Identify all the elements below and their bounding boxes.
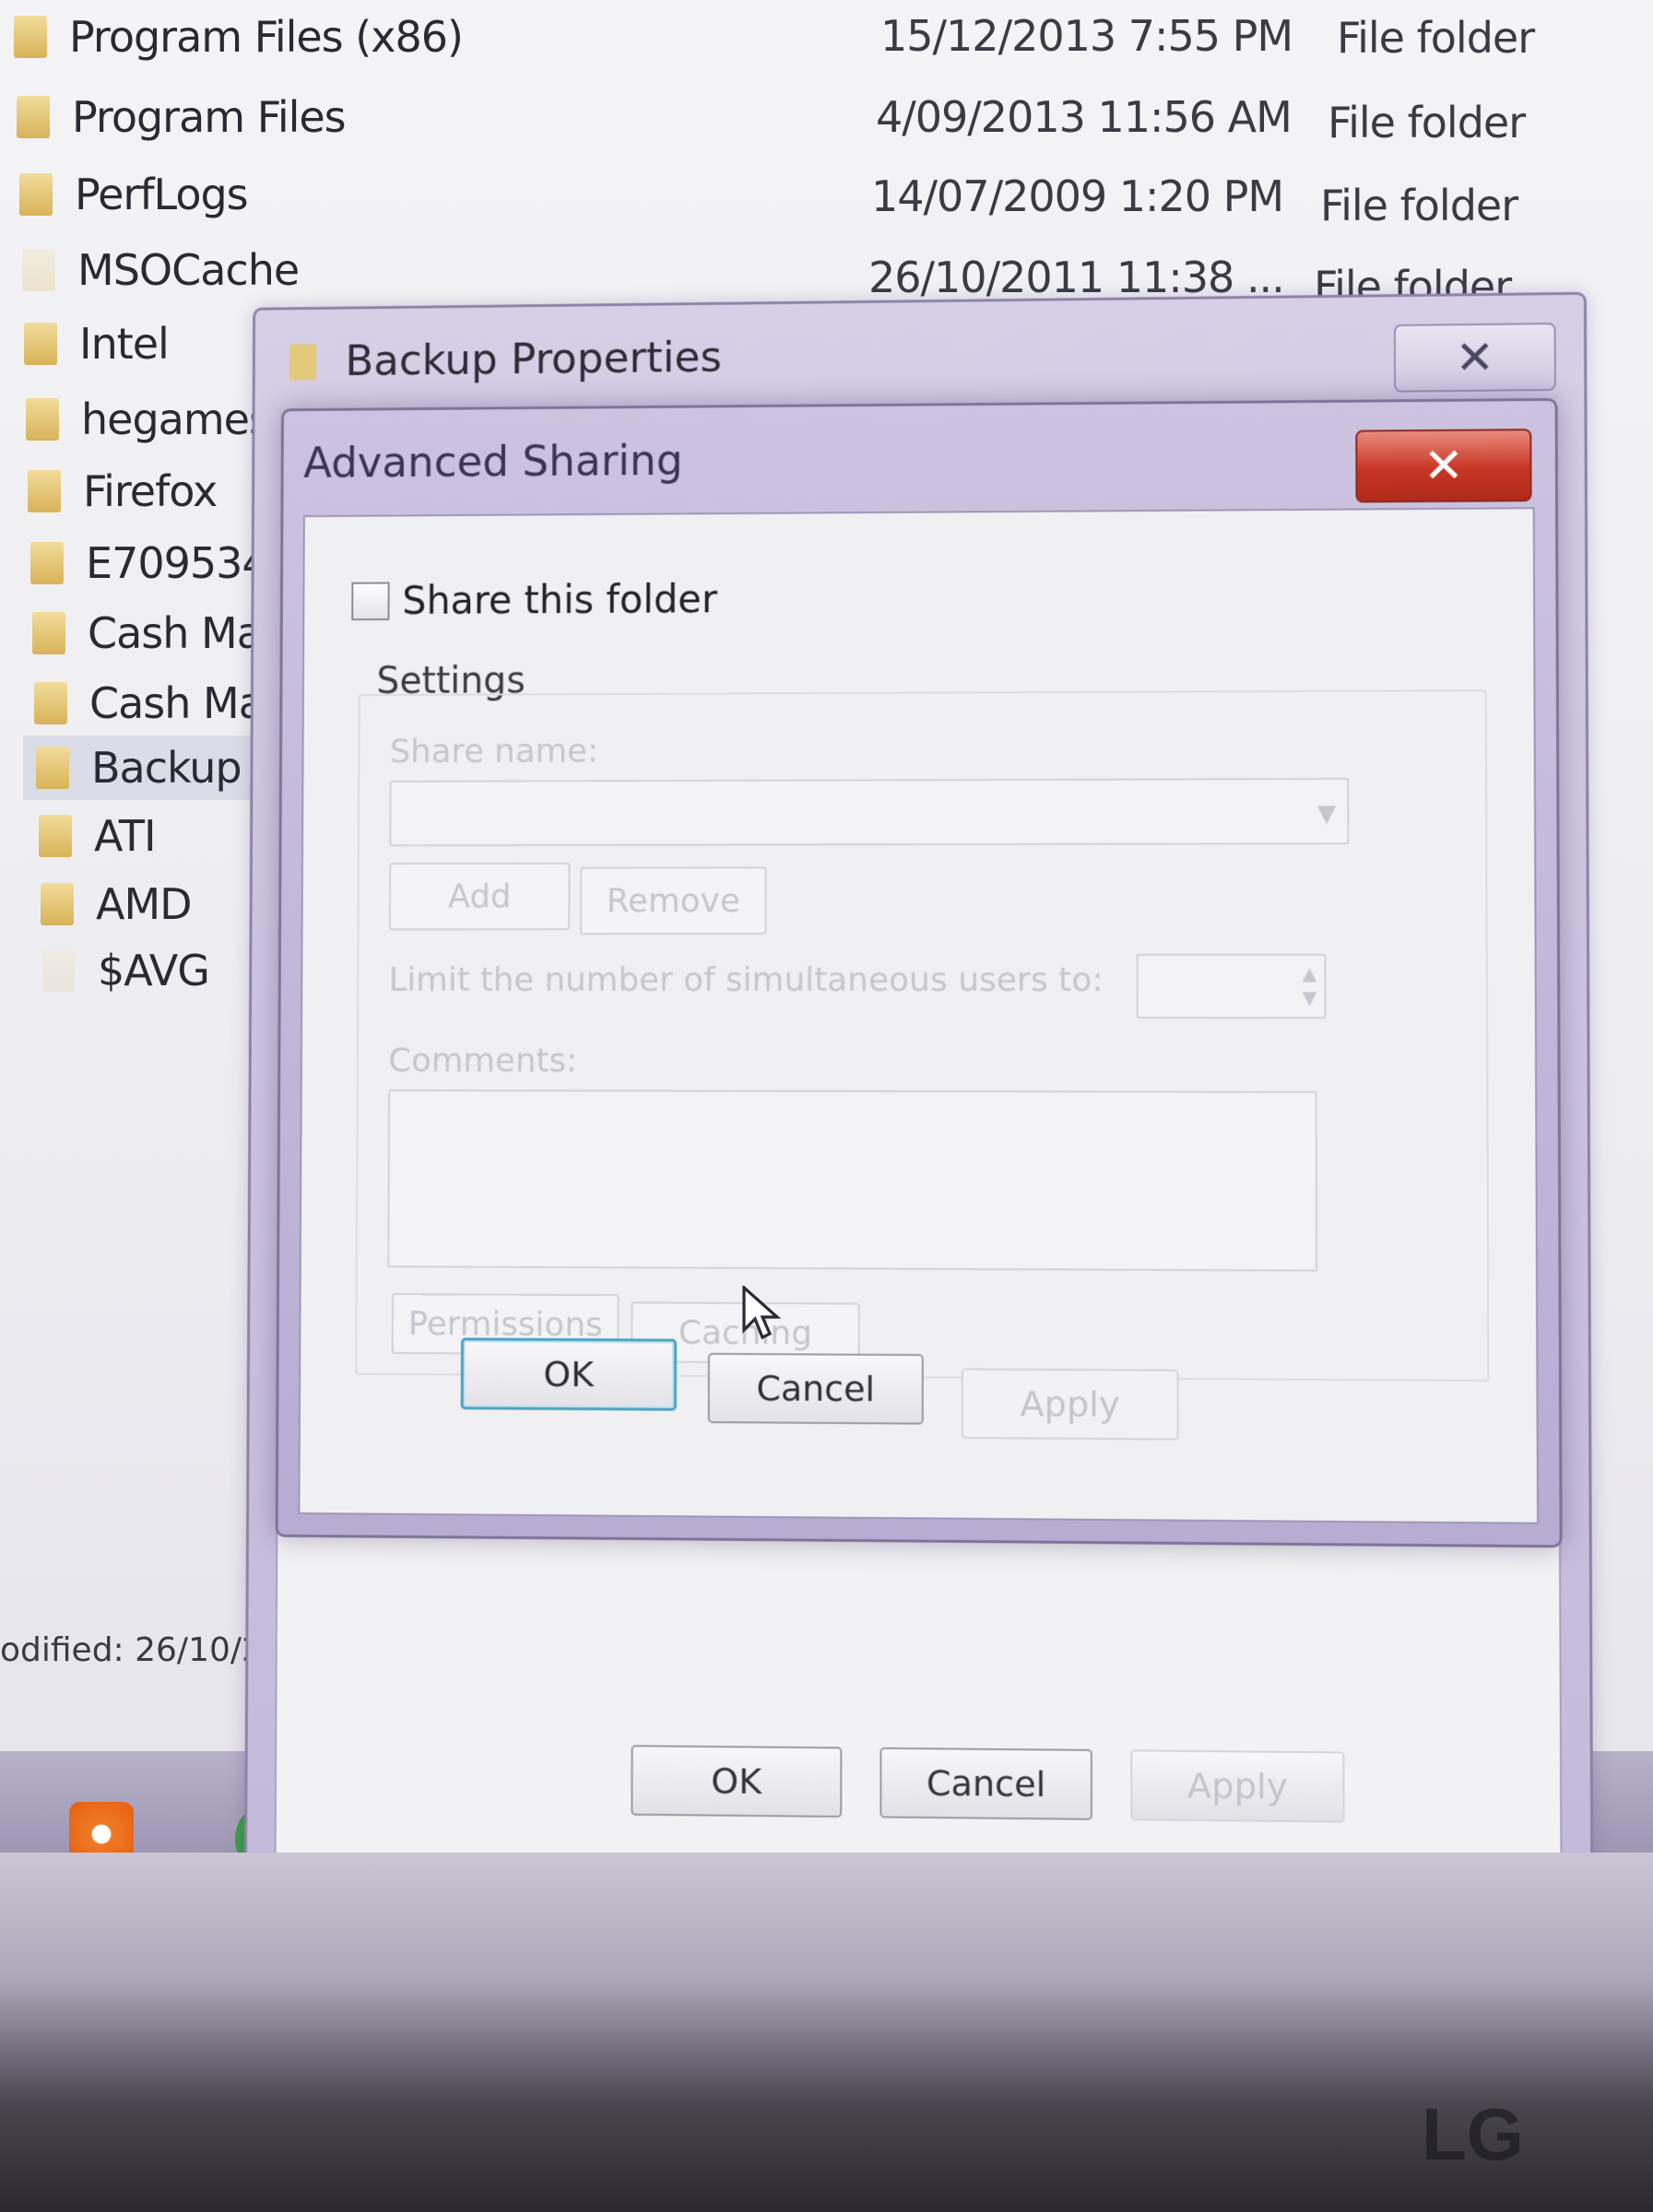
file-name: ATI <box>94 811 157 861</box>
share-folder-checkbox[interactable] <box>351 582 390 620</box>
close-button[interactable]: ✕ <box>1355 429 1532 503</box>
folder-icon <box>19 173 53 216</box>
file-row[interactable]: Intel <box>24 312 170 376</box>
file-date: 14/07/2009 1:20 PM <box>871 171 1284 221</box>
folder-icon <box>14 16 47 58</box>
file-name: Backup <box>91 743 242 793</box>
folder-icon <box>17 96 50 138</box>
file-name: hegames <box>81 394 271 444</box>
file-row[interactable]: Program Files (x86) <box>14 5 464 69</box>
file-name: Intel <box>79 319 170 369</box>
folder-icon <box>289 344 317 381</box>
folder-icon <box>41 883 74 925</box>
file-name: $AVG <box>98 946 210 995</box>
folder-icon <box>42 949 76 992</box>
user-limit-spinner[interactable]: ▲ ▼ <box>1136 953 1327 1019</box>
ok-button[interactable]: OK <box>631 1745 843 1818</box>
ok-button[interactable]: OK <box>460 1337 678 1411</box>
file-row-selected[interactable]: Backup <box>23 735 276 800</box>
folder-icon <box>39 815 72 857</box>
close-icon: ✕ <box>1423 438 1464 494</box>
file-type: File folder <box>1320 181 1518 230</box>
mouse-cursor-icon <box>742 1286 782 1340</box>
file-name: PerfLogs <box>75 170 249 219</box>
share-folder-label: Share this folder <box>402 576 718 623</box>
cancel-button[interactable]: Cancel <box>880 1747 1092 1820</box>
share-name-label: Share name: <box>389 732 599 771</box>
file-name: Firefox <box>83 466 218 516</box>
folder-icon <box>36 747 69 789</box>
add-button[interactable]: Add <box>388 862 571 931</box>
folder-icon <box>30 542 64 584</box>
file-type: File folder <box>1328 98 1526 147</box>
file-name: MSOCache <box>77 245 300 295</box>
apply-button[interactable]: Apply <box>961 1368 1179 1441</box>
file-row[interactable]: ATI <box>39 804 157 868</box>
file-row[interactable]: $AVG <box>42 938 210 1003</box>
file-row[interactable]: AMD <box>41 872 193 936</box>
close-icon: ✕ <box>1455 330 1495 385</box>
dialog-title: Advanced Sharing <box>303 435 683 488</box>
user-limit-label: Limit the number of simultaneous users t… <box>388 960 1104 1000</box>
file-type: File folder <box>1337 13 1535 63</box>
file-name: AMD <box>96 879 193 929</box>
file-row[interactable]: PerfLogs <box>19 162 249 227</box>
folder-icon <box>34 682 67 724</box>
share-folder-checkbox-row[interactable]: Share this folder <box>351 577 717 624</box>
comments-label: Comments: <box>388 1041 578 1080</box>
comments-textarea[interactable] <box>387 1089 1318 1272</box>
folder-icon <box>32 612 65 654</box>
file-date: 26/10/2011 11:38 ... <box>868 253 1285 302</box>
file-row[interactable]: MSOCache <box>22 238 300 302</box>
folder-icon <box>24 323 57 365</box>
file-name: Program Files <box>72 92 347 142</box>
apply-button[interactable]: Apply <box>1130 1749 1345 1823</box>
file-row[interactable]: Program Files <box>17 85 347 149</box>
window-title: Backup Properties <box>345 332 723 385</box>
file-name: Program Files (x86) <box>69 12 464 62</box>
cancel-button[interactable]: Cancel <box>707 1352 924 1425</box>
desktop-screen: Program Files (x86) 15/12/2013 7:55 PM F… <box>0 0 1653 1853</box>
share-name-combobox[interactable]: ▼ <box>389 778 1350 847</box>
file-row[interactable]: Firefox <box>28 459 218 524</box>
monitor-bezel <box>0 1853 1653 2212</box>
file-date: 4/09/2013 11:56 AM <box>876 92 1293 142</box>
media-player-icon[interactable] <box>69 1802 134 1853</box>
folder-icon <box>28 470 61 512</box>
chevron-down-icon: ▼ <box>1316 800 1337 829</box>
file-row[interactable]: Cash Man <box>32 601 289 665</box>
advanced-sharing-dialog: Advanced Sharing ✕ Share this folder Set… <box>275 397 1563 1548</box>
folder-icon <box>26 398 59 441</box>
close-button[interactable]: ✕ <box>1393 323 1556 393</box>
monitor-logo: LG <box>1421 2093 1524 2175</box>
folder-icon <box>22 249 55 291</box>
file-row[interactable]: hegames <box>26 387 271 452</box>
remove-button[interactable]: Remove <box>580 866 767 935</box>
file-date: 15/12/2013 7:55 PM <box>880 11 1293 61</box>
spinner-arrows-icon: ▲ ▼ <box>1302 961 1317 1009</box>
